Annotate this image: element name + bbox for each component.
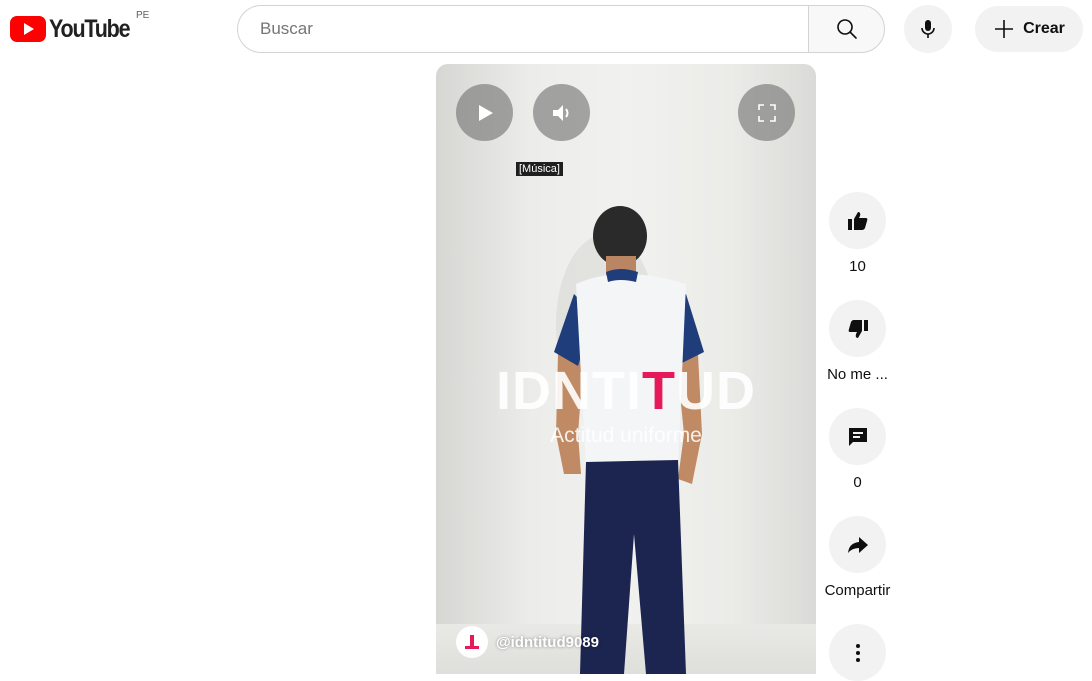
create-label: Crear <box>1023 20 1065 37</box>
overlay-title-part-3: UD <box>676 361 756 421</box>
overlay-brand-subtitle: Actitud uniforme <box>550 424 702 447</box>
youtube-logo[interactable]: YouTube PE <box>10 10 149 43</box>
share-button[interactable] <box>829 516 886 573</box>
channel-avatar[interactable] <box>456 626 488 658</box>
like-action: 10 <box>829 192 886 275</box>
channel-handle[interactable]: @idntitud9089 <box>496 634 599 651</box>
thumbs-down-icon <box>848 319 868 338</box>
overlay-title-accent: T <box>642 361 676 421</box>
channel-avatar-icon <box>465 635 479 649</box>
dislike-label: No me ... <box>827 366 888 383</box>
comment-count: 0 <box>853 474 862 491</box>
country-code: PE <box>136 10 150 21</box>
search-button[interactable] <box>808 5 885 53</box>
overlay-brand-title: IDNTITUD <box>436 360 816 422</box>
channel-link[interactable]: @idntitud9089 <box>456 626 599 658</box>
overlay-title-part-1: IDNTI <box>496 361 642 421</box>
search-icon <box>836 19 857 39</box>
search-box <box>237 5 809 53</box>
volume-button[interactable] <box>533 84 590 141</box>
share-icon <box>847 536 868 553</box>
play-icon <box>478 104 493 121</box>
logo-text: YouTube <box>49 15 131 43</box>
search-input[interactable] <box>258 18 762 40</box>
youtube-logo-icon <box>10 16 46 42</box>
dislike-button[interactable] <box>829 300 886 357</box>
video-caption: [Música] <box>516 162 563 176</box>
voice-search-button[interactable] <box>904 5 952 53</box>
play-button[interactable] <box>456 84 513 141</box>
comment-icon <box>848 427 867 446</box>
plus-icon <box>995 20 1014 38</box>
microphone-icon <box>921 20 935 38</box>
fullscreen-button[interactable] <box>738 84 795 141</box>
more-vertical-icon <box>855 643 860 662</box>
create-button[interactable]: Crear <box>975 6 1083 52</box>
more-action <box>829 624 886 681</box>
share-action: Compartir <box>825 516 890 599</box>
fullscreen-icon <box>757 103 776 122</box>
dislike-action: No me ... <box>827 300 888 383</box>
comment-button[interactable] <box>829 408 886 465</box>
volume-icon <box>552 104 568 121</box>
comment-action: 0 <box>829 408 886 491</box>
shorts-video-player[interactable]: [Música] IDNTITUD Actitud uniforme @idnt… <box>436 64 816 674</box>
like-count: 10 <box>849 258 866 275</box>
like-button[interactable] <box>829 192 886 249</box>
share-label: Compartir <box>824 582 891 599</box>
thumbs-up-icon <box>847 211 867 230</box>
more-options-button[interactable] <box>829 624 886 681</box>
